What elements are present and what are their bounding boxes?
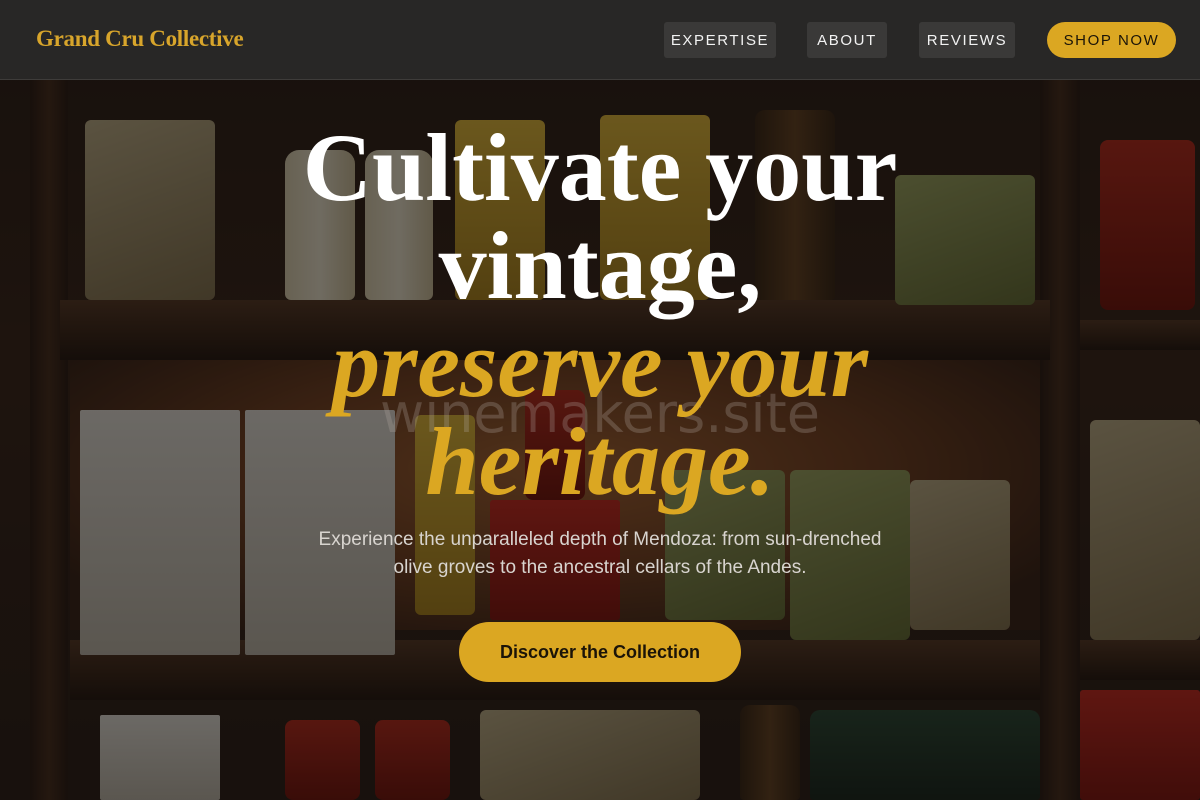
- nav-reviews[interactable]: REVIEWS: [919, 22, 1015, 58]
- hero-subtitle-line1: Experience the unparalleled depth of Men…: [318, 529, 882, 550]
- hero-subtitle-line2: olive groves to the ancestral cellars of…: [393, 557, 807, 578]
- hero-title-line4: heritage.: [425, 408, 775, 515]
- brand-logo[interactable]: Grand Cru Collective: [36, 26, 244, 52]
- hero-title-line2: vintage,: [438, 212, 762, 319]
- site-header: Grand Cru Collective EXPERTISE ABOUT REV…: [0, 0, 1200, 80]
- hero-title-line1: Cultivate your: [302, 114, 898, 221]
- hero-title-line3: preserve your: [332, 310, 868, 417]
- shop-now-button[interactable]: SHOP NOW: [1047, 22, 1176, 58]
- discover-collection-button[interactable]: Discover the Collection: [459, 622, 741, 682]
- nav-expertise[interactable]: EXPERTISE: [664, 22, 776, 58]
- nav-about[interactable]: ABOUT: [807, 22, 887, 58]
